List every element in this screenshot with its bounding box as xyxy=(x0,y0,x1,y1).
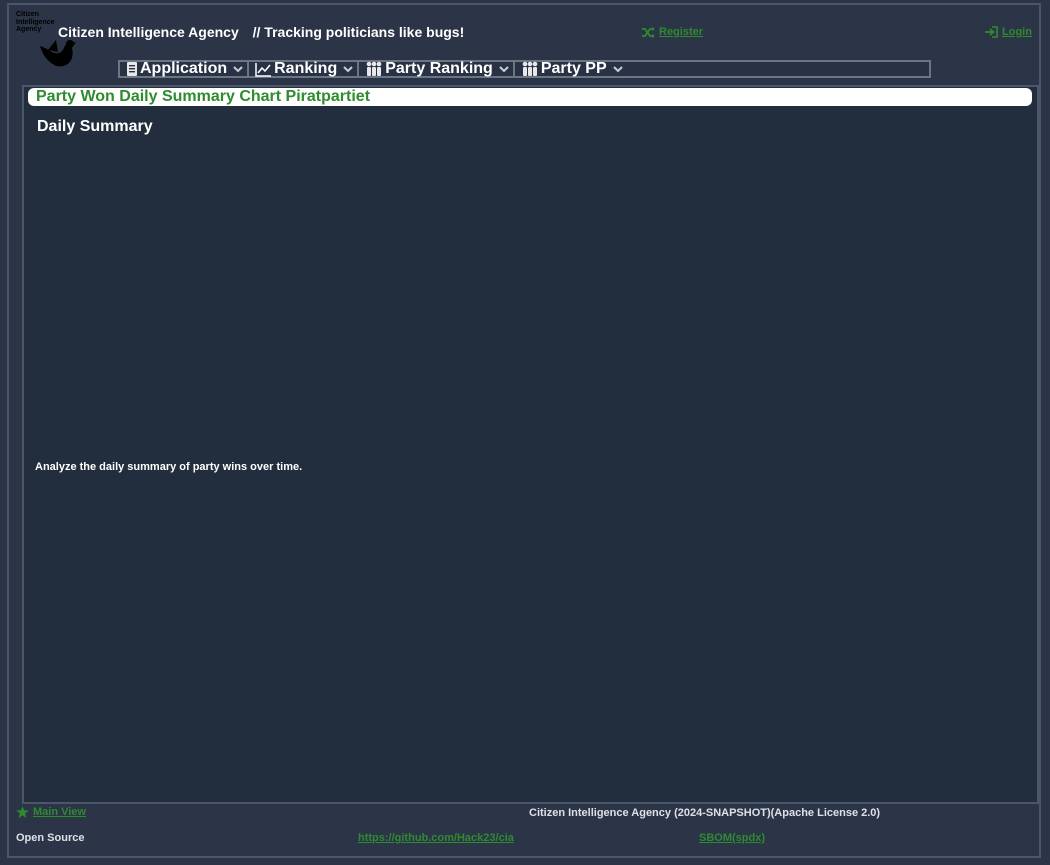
menu-ranking[interactable]: Ranking xyxy=(249,60,360,77)
github-link[interactable]: https://github.com/Hack23/cia xyxy=(358,832,514,844)
chevron-down-icon xyxy=(233,66,243,73)
login-link[interactable]: Login xyxy=(985,26,1032,38)
brand-name: Citizen Intelligence Agency xyxy=(58,24,239,40)
shuffle-icon xyxy=(642,26,655,38)
sign-in-icon xyxy=(985,26,998,38)
main-view-link[interactable]: Main View xyxy=(16,806,86,818)
sbom-link[interactable]: SBOM(spdx) xyxy=(699,832,765,844)
page-description: Analyze the daily summary of party wins … xyxy=(35,461,303,473)
tagline: // Tracking politicians like bugs! xyxy=(252,24,465,40)
page-title: Party Won Daily Summary Chart Piratparti… xyxy=(36,88,371,105)
menu-party-pp[interactable]: Party PP xyxy=(515,60,627,77)
logo-icon[interactable] xyxy=(38,38,76,70)
line-chart-icon xyxy=(255,62,272,77)
register-label: Register xyxy=(659,26,704,38)
menu-application[interactable]: Application xyxy=(120,60,250,77)
page-title-bar: Party Won Daily Summary Chart Piratparti… xyxy=(28,88,1032,106)
chevron-down-icon xyxy=(343,66,353,73)
group-icon xyxy=(522,61,538,76)
menu-party-pp-label: Party PP xyxy=(540,60,607,77)
menu-ranking-label: Ranking xyxy=(274,60,338,77)
login-label: Login xyxy=(1002,26,1032,38)
chevron-down-icon xyxy=(612,66,623,73)
main-menu: Application Ranking Party Ranking Party … xyxy=(118,60,931,78)
star-icon xyxy=(16,806,29,818)
menu-application-label: Application xyxy=(140,60,228,77)
logo-text: Citizen Intelligence Agency xyxy=(16,11,55,33)
copyright-text: Citizen Intelligence Agency (2024-SNAPSH… xyxy=(529,807,881,819)
open-source-label: Open Source xyxy=(16,832,85,844)
register-link[interactable]: Register xyxy=(642,26,703,38)
menu-party-ranking-label: Party Ranking xyxy=(385,60,493,77)
brand: Citizen Intelligence Agency // Tracking … xyxy=(58,24,464,40)
menu-party-ranking[interactable]: Party Ranking xyxy=(359,60,515,77)
group-icon xyxy=(366,61,382,76)
main-view-label: Main View xyxy=(33,806,86,818)
document-icon xyxy=(127,62,137,76)
chevron-down-icon xyxy=(499,66,509,73)
content-panel: Party Won Daily Summary Chart Piratparti… xyxy=(22,85,1039,804)
section-title: Daily Summary xyxy=(37,118,153,135)
